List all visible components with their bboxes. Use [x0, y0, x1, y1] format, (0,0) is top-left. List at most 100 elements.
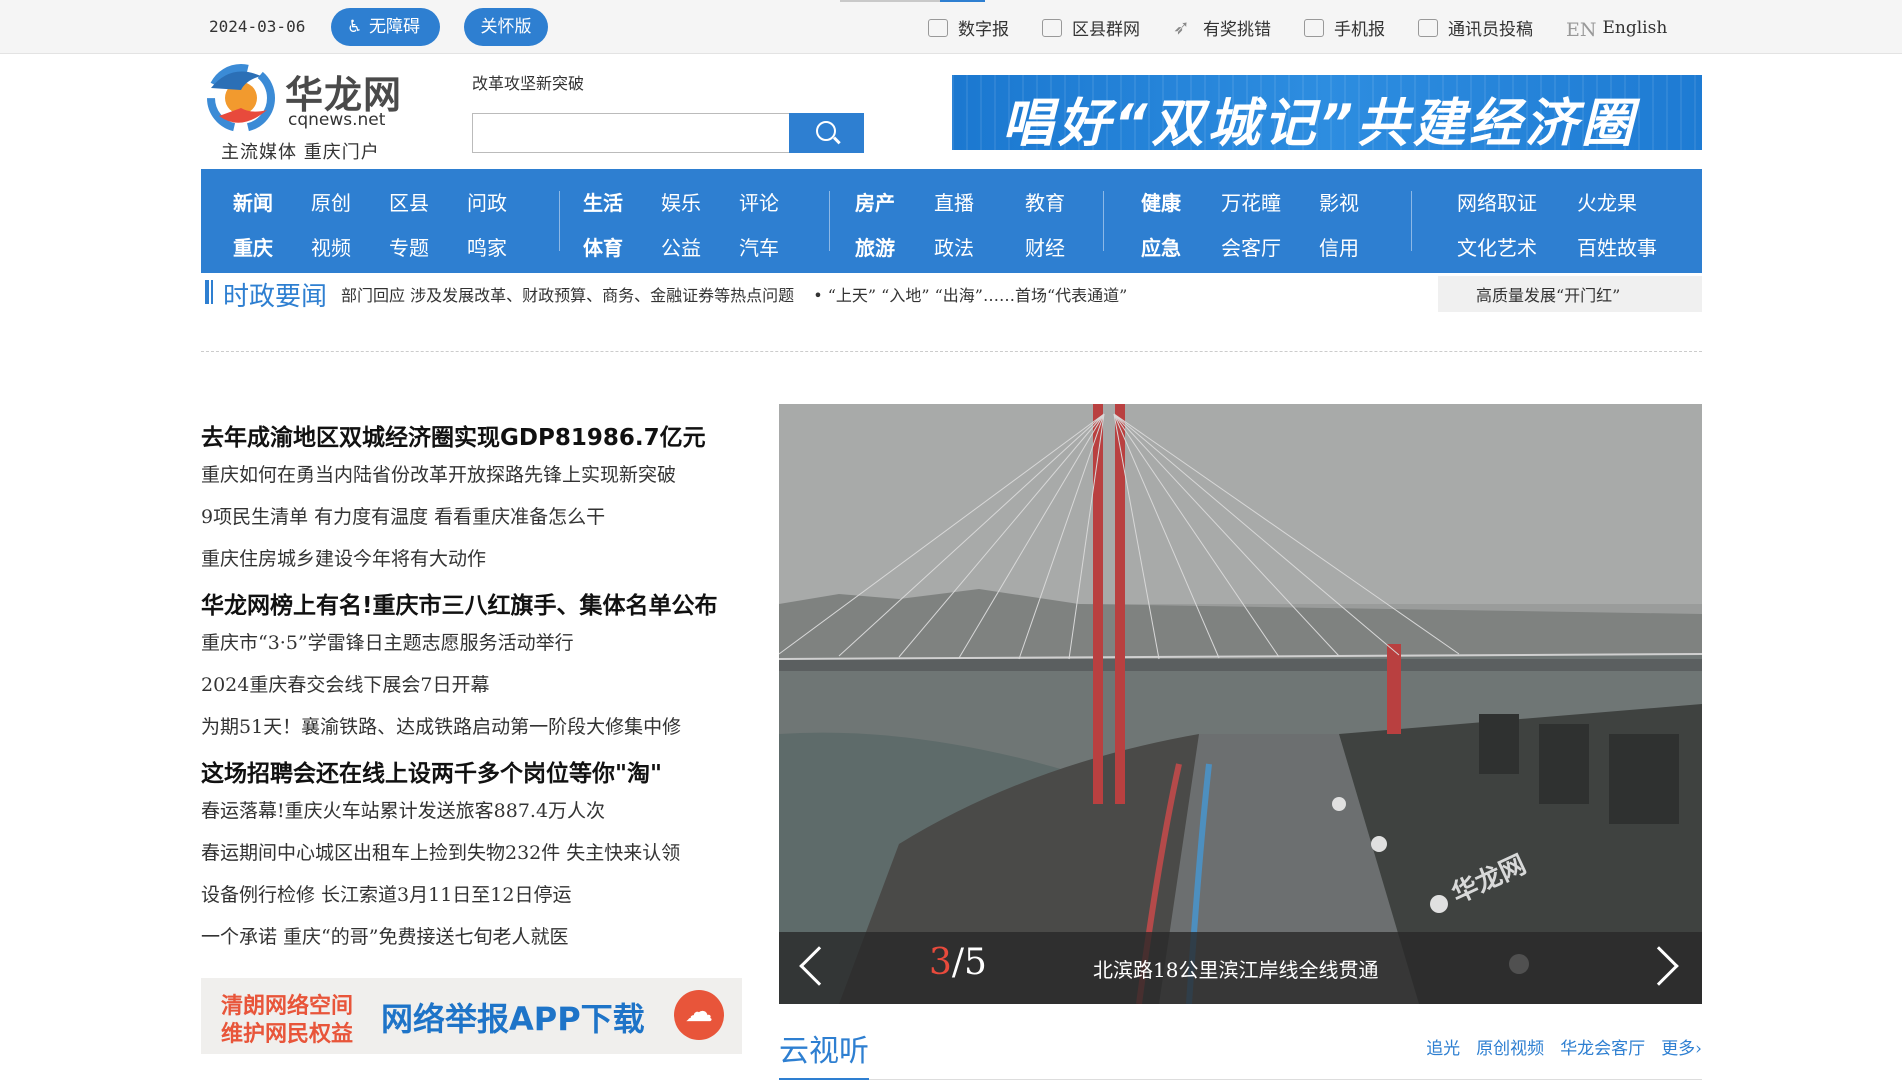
ticker-title[interactable]: 时政要闻 — [223, 276, 327, 313]
contribute-link[interactable]: 通讯员投稿 — [1418, 15, 1533, 40]
nav-item-law[interactable]: 政法 — [934, 232, 974, 261]
newspaper-icon — [928, 18, 948, 37]
english-label: English — [1602, 17, 1668, 38]
slide-caption[interactable]: 北滨路18公里滨江岸线全线贯通 — [1093, 954, 1378, 983]
english-link[interactable]: English — [1566, 15, 1668, 40]
nav-divider — [1411, 191, 1412, 251]
nav-item-district[interactable]: 区县 — [389, 187, 429, 216]
news-link[interactable]: 春运落幕!重庆火车站累计发送旅客887.4万人次 — [201, 796, 761, 838]
ticker-item[interactable]: 部门回应 涉及发展改革、财政预算、商务、金融证券等热点问题 — [341, 286, 794, 305]
news-link[interactable]: 重庆住房城乡建设今年将有大动作 — [201, 544, 761, 586]
logo-text-en: cqnews.net — [288, 110, 386, 130]
section-link-zhuiguang[interactable]: 追光 — [1426, 1034, 1460, 1059]
copy-icon — [1042, 18, 1062, 37]
headline-link[interactable]: 华龙网榜上有名!重庆市三八红旗手、集体名单公布 — [201, 586, 761, 628]
report-error-link[interactable]: 有奖挑错 — [1173, 15, 1271, 41]
news-link[interactable]: 为期51天！襄渝铁路、达成铁路启动第一阶段大修集中修 — [201, 712, 761, 754]
site-logo[interactable]: 华龙网 cqnews.net 主流媒体 重庆门户 — [201, 58, 411, 166]
ticker-item[interactable]: • “上天” “入地” “出海”……首场“代表通道” — [813, 286, 1127, 305]
top-links: 数字报 区县群网 有奖挑错 手机报 通讯员投稿 English — [928, 15, 1667, 40]
section-link-more[interactable]: 更多› — [1661, 1034, 1702, 1059]
photo-slideshow[interactable]: 华龙网 3/5 北滨路18公里滨江岸线全线贯通 — [779, 404, 1702, 1004]
nav-item-education[interactable]: 教育 — [1025, 187, 1065, 216]
nav-item-finance[interactable]: 财经 — [1025, 232, 1065, 261]
news-link[interactable]: 春运期间中心城区出租车上捡到失物232件 失主快来认领 — [201, 838, 761, 880]
nav-item-sports[interactable]: 体育 — [583, 232, 623, 261]
banner-text: 唱好“双城记”共建经济圈 — [1002, 94, 1637, 150]
ticker-bar — [211, 280, 213, 304]
slide-photo — [779, 404, 1702, 1004]
nav-item-topics[interactable]: 专题 — [389, 232, 429, 261]
news-link[interactable]: 9项民生清单 有力度有温度 看看重庆准备怎么干 — [201, 502, 761, 544]
nav-item-video[interactable]: 视频 — [311, 232, 351, 261]
send-icon — [1173, 15, 1193, 39]
nav-item-auto[interactable]: 汽车 — [739, 232, 779, 261]
nav-item-mingjia[interactable]: 鸣家 — [467, 232, 507, 261]
news-link[interactable]: 2024重庆春交会线下展会7日开幕 — [201, 670, 761, 712]
search-hint[interactable]: 改革攻坚新突破 — [472, 70, 584, 94]
section-link-parlor[interactable]: 华龙会客厅 — [1560, 1034, 1645, 1059]
headline-link[interactable]: 这场招聘会还在线上设两千多个岗位等你"淘" — [201, 754, 761, 796]
accessibility-button[interactable]: ♿ 无障碍 — [331, 8, 440, 46]
accessibility-label: 无障碍 — [369, 17, 420, 37]
news-link[interactable]: 重庆市“3·5”学雷锋日主题志愿服务活动举行 — [201, 628, 761, 670]
wheelchair-icon: ♿ — [347, 17, 363, 37]
nav-item-pitaya[interactable]: 火龙果 — [1577, 187, 1637, 216]
news-link[interactable]: 重庆如何在勇当内陆省份改革开放探路先锋上实现新突破 — [201, 460, 761, 502]
section-links: 追光 原创视频 华龙会客厅 更多› — [1410, 1034, 1702, 1059]
nav-item-evidence[interactable]: 网络取证 — [1457, 187, 1537, 216]
slide-caption-bar: 3/5 北滨路18公里滨江岸线全线贯通 — [779, 932, 1702, 1004]
search-button[interactable] — [789, 113, 864, 153]
nav-item-comment[interactable]: 评论 — [739, 187, 779, 216]
nav-item-travel[interactable]: 旅游 — [855, 232, 895, 261]
nav-item-chongqing[interactable]: 重庆 — [233, 232, 273, 261]
chevron-right-icon[interactable] — [1639, 946, 1679, 986]
top-indicator-active — [940, 0, 985, 2]
nav-item-entertainment[interactable]: 娱乐 — [661, 187, 701, 216]
nav-item-charity[interactable]: 公益 — [661, 232, 701, 261]
slide-current: 3 — [929, 942, 952, 983]
nav-item-realestate[interactable]: 房产 — [855, 187, 895, 216]
news-link[interactable]: 一个承诺 重庆“的哥”免费接送七旬老人就医 — [201, 922, 761, 964]
report-error-label: 有奖挑错 — [1203, 20, 1271, 40]
care-mode-button[interactable]: 关怀版 — [464, 8, 548, 46]
headline-list: 去年成渝地区双城经济圈实现GDP81986.7亿元 重庆如何在勇当内陆省份改革开… — [201, 418, 761, 964]
nav-item-live[interactable]: 直播 — [934, 187, 974, 216]
nav-divider — [829, 191, 830, 251]
nav-item-original[interactable]: 原创 — [311, 187, 351, 216]
current-date: 2024-03-06 — [209, 17, 306, 36]
nav-item-credit[interactable]: 信用 — [1319, 232, 1359, 261]
nav-item-health[interactable]: 健康 — [1141, 187, 1181, 216]
phone-icon — [1304, 18, 1324, 37]
divider — [201, 351, 1702, 352]
nav-divider — [559, 191, 560, 251]
ad-line2: 维护网民权益 — [221, 1022, 354, 1047]
cloud-download-icon — [674, 990, 724, 1040]
ticker-scroll: 部门回应 涉及发展改革、财政预算、商务、金融证券等热点问题 • “上天” “入地… — [341, 282, 1441, 306]
ticker-right-link[interactable]: 高质量发展“开门红” — [1438, 276, 1702, 312]
nav-item-stories[interactable]: 百姓故事 — [1577, 232, 1657, 261]
contribute-label: 通讯员投稿 — [1448, 20, 1533, 40]
nav-item-film[interactable]: 影视 — [1319, 187, 1359, 216]
news-link[interactable]: 设备例行检修 长江索道3月11日至12日停运 — [201, 880, 761, 922]
nav-item-culture[interactable]: 文化艺术 — [1457, 232, 1537, 261]
ticker-bar — [205, 280, 209, 304]
nav-item-parlor[interactable]: 会客厅 — [1221, 232, 1281, 261]
nav-item-wanhuatong[interactable]: 万花瞳 — [1221, 187, 1281, 216]
nav-item-life[interactable]: 生活 — [583, 187, 623, 216]
section-title[interactable]: 云视听 — [779, 1026, 869, 1080]
report-app-ad[interactable]: 清朗网络空间 维护网民权益 网络举报APP下载 — [201, 978, 742, 1054]
headline-link[interactable]: 去年成渝地区双城经济圈实现GDP81986.7亿元 — [201, 418, 761, 460]
nav-item-emergency[interactable]: 应急 — [1141, 232, 1181, 261]
search-input[interactable] — [472, 113, 790, 153]
district-sites-link[interactable]: 区县群网 — [1042, 15, 1140, 40]
top-bar: 2024-03-06 ♿ 无障碍 关怀版 数字报 区县群网 有奖挑错 手机报 通讯… — [0, 0, 1902, 54]
mobile-paper-link[interactable]: 手机报 — [1304, 15, 1385, 40]
chevron-left-icon[interactable] — [799, 946, 839, 986]
section-link-original-video[interactable]: 原创视频 — [1476, 1034, 1544, 1059]
digital-paper-link[interactable]: 数字报 — [928, 15, 1009, 40]
nav-item-news[interactable]: 新闻 — [233, 187, 273, 216]
nav-divider — [1103, 191, 1104, 251]
header-banner[interactable]: 唱好“双城记”共建经济圈 — [952, 75, 1702, 150]
nav-item-inquiry[interactable]: 问政 — [467, 187, 507, 216]
